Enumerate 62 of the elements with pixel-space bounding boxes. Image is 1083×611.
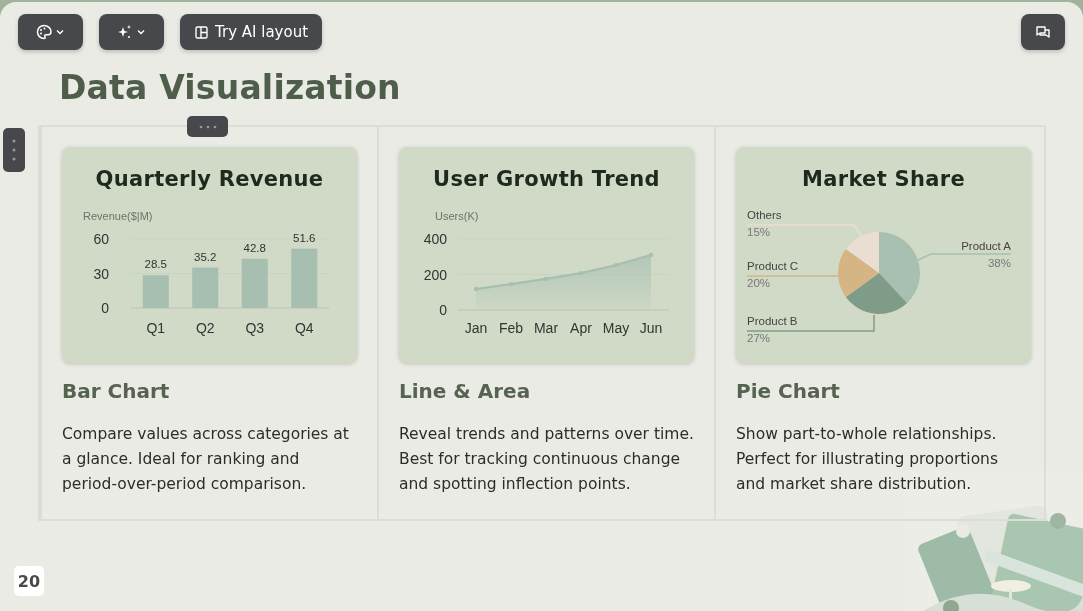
data-label: 38% <box>987 257 1011 269</box>
data-point <box>543 276 548 282</box>
chart-description: Compare values across categories at a glance. Ideal for ranking and period-over-period comparison. <box>62 424 350 495</box>
axis-tick-label: 400 <box>423 231 447 247</box>
chart-type-heading: Bar Chart <box>62 379 171 403</box>
chart-type-heading: Line & Area <box>399 379 532 403</box>
slice-label: Product A <box>960 240 1011 252</box>
data-label: 35.2 <box>193 250 216 263</box>
chart-type-heading: Pie Chart <box>736 379 841 403</box>
ai-dropdown[interactable] <box>99 14 164 50</box>
data-label: 27% <box>746 332 770 344</box>
chart-title: Quarterly Revenue <box>95 167 324 191</box>
data-label: 51.6 <box>292 231 315 244</box>
bar <box>191 267 218 308</box>
axis-label: Revenue($|M) <box>82 210 152 222</box>
comments-button[interactable] <box>1021 14 1065 50</box>
axis-tick-label: Q2 <box>195 320 215 336</box>
axis-tick-label: 0 <box>100 300 109 316</box>
more-icon <box>197 124 218 129</box>
axis-tick-label: Jun <box>639 320 662 336</box>
axis-tick-label: Q4 <box>294 320 314 336</box>
data-point <box>578 270 583 276</box>
axis-tick-label: Mar <box>533 320 558 336</box>
axis-tick-label: 200 <box>423 266 447 283</box>
ai-layout-button[interactable]: Try AI layout <box>180 14 323 50</box>
data-point <box>613 262 618 268</box>
axis-tick-label: Feb <box>498 320 523 336</box>
chart-title: User Growth Trend <box>433 167 660 191</box>
slice-label: Product B <box>746 315 797 327</box>
palette-icon <box>35 24 66 40</box>
data-label: 15% <box>746 226 770 238</box>
axis-tick-label: Apr <box>569 320 592 336</box>
slice-label: Product C <box>746 260 798 272</box>
axis-tick-label: Q1 <box>145 320 165 336</box>
axis-tick-label: 30 <box>92 265 109 282</box>
chart-description: Reveal trends and patterns over time. Best for tracking continuous change and spotting inflection points. <box>399 424 694 495</box>
slice-label: Others <box>746 209 781 221</box>
chat-icon <box>1035 24 1051 40</box>
axis-tick-label: 60 <box>92 231 109 247</box>
side-handle[interactable] <box>3 128 25 172</box>
axis-label: Users(K) <box>434 210 478 222</box>
data-label: 42.8 <box>243 241 266 254</box>
bar <box>142 275 169 308</box>
axis-tick-label: 0 <box>438 302 447 318</box>
axis-tick-label: Q3 <box>244 320 264 336</box>
slide-title: Data Visualization <box>59 68 402 107</box>
axis-tick-label: Jan <box>464 320 487 336</box>
chart-title: Market Share <box>802 167 965 191</box>
theme-dropdown[interactable] <box>18 14 83 50</box>
data-label: 28.5 <box>144 258 167 271</box>
data-point <box>508 281 513 287</box>
layout-icon <box>194 24 209 40</box>
axis-tick-label: May <box>602 320 629 336</box>
page-number: 20 <box>14 566 44 596</box>
bar <box>290 248 317 308</box>
data-label: 20% <box>746 277 770 289</box>
chart-description: Show part-to-whole relationships. Perfect for illustrating proportions and market share distribution. <box>736 424 1000 495</box>
data-point <box>648 252 653 258</box>
drag-handle[interactable] <box>187 116 228 137</box>
data-point <box>473 286 478 292</box>
bar <box>241 258 268 308</box>
more-icon <box>12 138 16 162</box>
